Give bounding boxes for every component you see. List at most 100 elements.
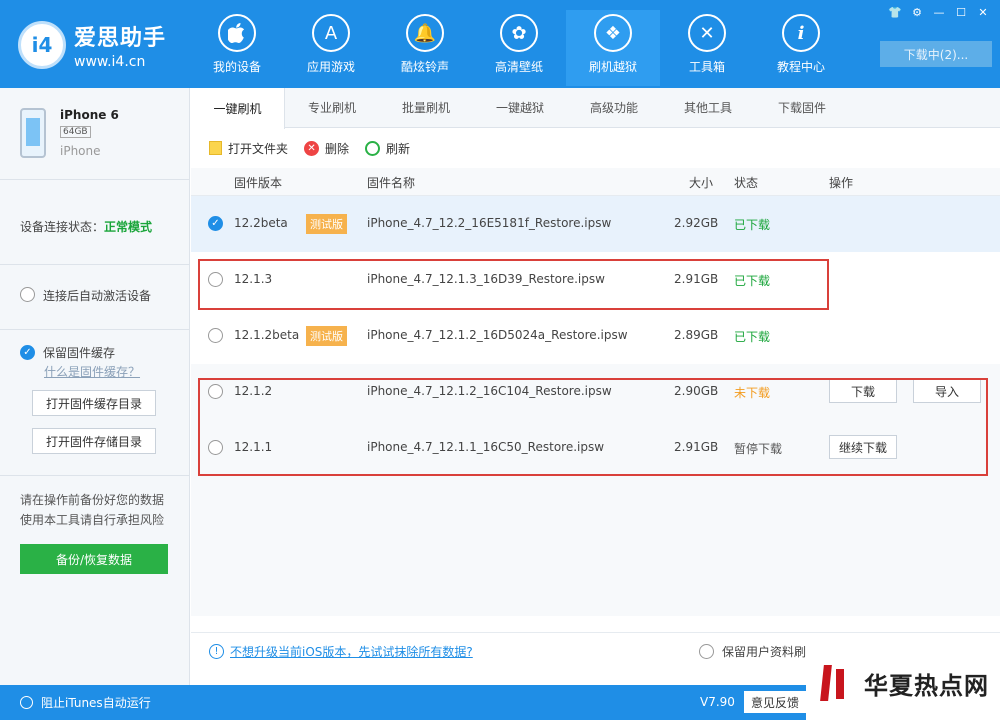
wipe-data-link[interactable]: 不想升级当前iOS版本，先试试抹除所有数据? (230, 643, 473, 660)
nav-label: 我的设备 (212, 60, 261, 74)
connection-label: 设备连接状态： (20, 220, 105, 234)
beta-badge: 测试版 (306, 326, 347, 346)
block-itunes-label: 阻止iTunes自动运行 (41, 696, 151, 710)
tab-one-click-flash[interactable]: 一键刷机 (191, 88, 285, 129)
tab-other-tools[interactable]: 其他工具 (661, 88, 755, 127)
version-label: V7.90 (700, 695, 735, 709)
row-radio[interactable] (208, 328, 223, 343)
tools-icon: ✕ (688, 14, 726, 52)
row-filename: iPhone_4.7_12.1.2_16D5024a_Restore.ipsw (367, 328, 628, 342)
maximize-icon[interactable]: ☐ (952, 4, 970, 20)
keep-user-data-radio[interactable] (699, 644, 714, 659)
open-folder-button[interactable]: 打开文件夹 (209, 140, 288, 157)
tab-pro-flash[interactable]: 专业刷机 (285, 88, 379, 127)
nav-label: 酷炫铃声 (400, 60, 449, 74)
nav-label: 应用游戏 (306, 60, 355, 74)
col-name[interactable]: 固件名称 (367, 174, 415, 191)
delete-button[interactable]: ✕ 删除 (304, 140, 349, 157)
block-itunes-radio[interactable] (20, 696, 33, 709)
nav-my-device[interactable]: 我的设备 (190, 10, 284, 86)
table-row[interactable]: ✓ 12.2beta 测试版 iPhone_4.7_12.2_16E5181f_… (191, 196, 1000, 252)
phone-icon (20, 108, 46, 158)
row-version: 12.1.2beta (234, 328, 300, 342)
open-folder-label: 打开文件夹 (228, 141, 289, 156)
device-name: iPhone 6 (60, 108, 119, 122)
logo-url: www.i4.cn (74, 54, 146, 70)
watermark: 华夏热点网 (806, 646, 1000, 720)
settings-icon[interactable]: ⚙ (908, 4, 926, 20)
refresh-button[interactable]: 刷新 (365, 140, 410, 157)
minimize-icon[interactable]: — (930, 4, 948, 20)
backup-restore-button[interactable]: 备份/恢复数据 (20, 544, 168, 574)
sidebar: iPhone 6 64GB iPhone 设备连接状态：正常模式 连接后自动激活… (0, 88, 190, 685)
auto-activate-radio[interactable] (20, 287, 35, 302)
nav-tutorials[interactable]: i 教程中心 (754, 10, 848, 86)
refresh-icon (365, 140, 381, 156)
tab-jailbreak[interactable]: 一键越狱 (473, 88, 567, 127)
row-filename: iPhone_4.7_12.2_16E5181f_Restore.ipsw (367, 216, 612, 230)
keep-user-data-option[interactable]: 保留用户资料刷 (699, 643, 806, 660)
toolbar: 打开文件夹 ✕ 删除 刷新 (191, 128, 1000, 168)
row-version: 12.2beta (234, 216, 288, 230)
keep-user-data-label: 保留用户资料刷 (722, 645, 807, 659)
what-is-cache-link[interactable]: 什么是固件缓存？ (44, 363, 189, 380)
nav-apps-games[interactable]: A 应用游戏 (284, 10, 378, 86)
col-version[interactable]: 固件版本 (234, 174, 282, 191)
delete-label: 删除 (325, 141, 350, 156)
tab-download-firmware[interactable]: 下载固件 (755, 88, 849, 127)
nav-flash-jailbreak[interactable]: ❖ 刷机越狱 (566, 10, 660, 86)
row-status: 已下载 (734, 218, 771, 232)
nav-wallpapers[interactable]: ✿ 高清壁纸 (472, 10, 566, 86)
main-panel: 一键刷机 专业刷机 批量刷机 一键越狱 高级功能 其他工具 下载固件 打开文件夹… (191, 88, 1000, 685)
tab-bar: 一键刷机 专业刷机 批量刷机 一键越狱 高级功能 其他工具 下载固件 (191, 88, 1000, 129)
nav-label: 高清壁纸 (494, 60, 543, 74)
nav-toolbox[interactable]: ✕ 工具箱 (660, 10, 754, 86)
open-cache-dir-button[interactable]: 打开固件缓存目录 (32, 390, 156, 416)
tab-batch-flash[interactable]: 批量刷机 (379, 88, 473, 127)
highlight-box (198, 259, 829, 310)
nav-label: 教程中心 (776, 60, 825, 74)
table-empty-area (191, 476, 1000, 616)
watermark-logo-icon (816, 661, 856, 705)
auto-activate-option[interactable]: 连接后自动激活设备 (0, 265, 189, 330)
row-size: 2.89GB (674, 328, 719, 342)
beta-badge: 测试版 (306, 214, 347, 234)
nav-label: 工具箱 (688, 60, 725, 74)
block-itunes-option[interactable]: 阻止iTunes自动运行 (20, 694, 151, 711)
firmware-cache-section: ✓ 保留固件缓存 什么是固件缓存？ 打开固件缓存目录 打开固件存储目录 (0, 330, 189, 476)
top-bar: i4 爱思助手 www.i4.cn 我的设备 A 应用游戏 🔔 酷炫铃声 ✿ 高… (0, 0, 1000, 88)
backup-warning: 请在操作前备份好您的数据 使用本工具请自行承担风险 (0, 476, 189, 530)
tab-advanced[interactable]: 高级功能 (567, 88, 661, 127)
open-storage-dir-button[interactable]: 打开固件存储目录 (32, 428, 156, 454)
warning-line: 请在操作前备份好您的数据 (20, 493, 165, 507)
device-capacity: 64GB (60, 126, 91, 138)
row-selected-checkbox[interactable]: ✓ (208, 216, 223, 231)
apple-icon (218, 14, 256, 52)
device-model: iPhone (60, 144, 101, 158)
close-icon[interactable]: ✕ (974, 4, 992, 20)
feedback-button[interactable]: 意见反馈 (744, 691, 806, 713)
col-size[interactable]: 大小 (689, 174, 713, 191)
flower-icon: ✿ (500, 14, 538, 52)
app-store-icon: A (312, 14, 350, 52)
watermark-text: 华夏热点网 (864, 671, 989, 700)
refresh-label: 刷新 (386, 141, 411, 156)
connection-status: 设备连接状态：正常模式 (0, 180, 189, 265)
downloading-button[interactable]: 下载中(2)... (880, 41, 992, 67)
nav-ringtones[interactable]: 🔔 酷炫铃声 (378, 10, 472, 86)
dropbox-icon: ❖ (594, 14, 632, 52)
auto-activate-label: 连接后自动激活设备 (43, 289, 152, 303)
delete-icon: ✕ (304, 140, 320, 156)
highlight-box (198, 378, 988, 476)
keep-cache-label: 保留固件缓存 (43, 346, 116, 360)
bell-icon: 🔔 (406, 14, 444, 52)
col-status[interactable]: 状态 (734, 174, 758, 191)
main-nav: 我的设备 A 应用游戏 🔔 酷炫铃声 ✿ 高清壁纸 ❖ 刷机越狱 ✕ 工具箱 i… (190, 0, 848, 88)
keep-cache-checkbox[interactable]: ✓ (20, 345, 35, 360)
device-card: iPhone 6 64GB iPhone (0, 88, 189, 180)
window-controls: 👕 ⚙ — ☐ ✕ (886, 4, 992, 20)
table-row[interactable]: 12.1.2beta 测试版 iPhone_4.7_12.1.2_16D5024… (191, 308, 1000, 364)
logo-title: 爱思助手 (74, 26, 167, 51)
skin-icon[interactable]: 👕 (886, 4, 904, 20)
row-size: 2.92GB (674, 216, 719, 230)
